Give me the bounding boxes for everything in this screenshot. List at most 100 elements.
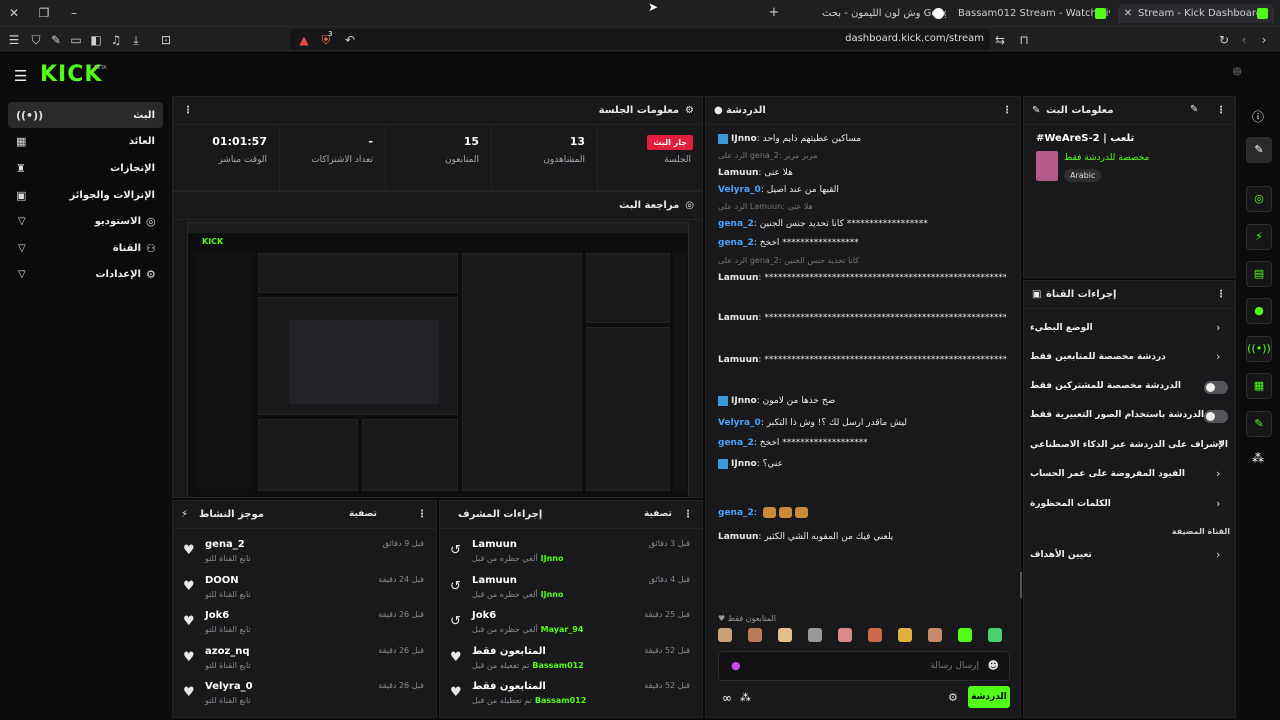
- chat-username[interactable]: gena_2: [718, 219, 754, 229]
- list-item[interactable]: ↺ Jok6 ألغي حظره من قبل Mayar_94 قبل 25 دقيق…: [446, 608, 694, 642]
- channel-action-row[interactable]: الكلمات المحظورة: [1030, 499, 1230, 517]
- chat-username[interactable]: Lamuun: [718, 168, 758, 178]
- list-item[interactable]: ♥ Jok6 تابع القناة للتو قبل 26 دقيقة: [179, 608, 428, 642]
- channel-action-row[interactable]: الدردشة مخصصة للمشتركين فقط: [1030, 381, 1230, 399]
- chat-message[interactable]: Lamuun: ********************************…: [718, 354, 1006, 366]
- chat-message[interactable]: gena_2: اخخخ *******************: [718, 437, 1006, 449]
- chat-message[interactable]: gena_2: كانا تحديد جنس الجنين **********…: [718, 218, 1006, 230]
- chat-message[interactable]: gena_2: اخخخ *****************: [718, 237, 1006, 249]
- moderator-name[interactable]: IJnno: [541, 590, 564, 599]
- nav-item-revenue[interactable]: ▦ العائد: [8, 128, 163, 154]
- forward-icon[interactable]: ›: [1256, 32, 1272, 48]
- microphone-icon[interactable]: ●: [731, 659, 741, 672]
- music-icon[interactable]: ♫: [108, 32, 124, 48]
- restore-window-icon[interactable]: ❐: [36, 5, 52, 21]
- nodes-icon[interactable]: ⁂: [740, 691, 751, 704]
- follower-name[interactable]: azoz_nq: [205, 646, 250, 657]
- back-icon[interactable]: ‹: [1236, 32, 1252, 48]
- chat-message[interactable]: IJnno: صح خذها من لامون: [718, 395, 1006, 407]
- nav-item-channel[interactable]: ▽ ⚇ القناة: [8, 235, 163, 261]
- kebab-menu-icon[interactable]: ⋮: [1216, 105, 1226, 116]
- chat-message[interactable]: Velyra_0: ليش ماقدر ارسل لك ؟! وش ذا الت…: [718, 417, 1006, 429]
- list-item[interactable]: ↺ Lamuun ألغي حظره من قبل IJnno قبل 4 دقائق: [446, 573, 694, 607]
- channel-action-row[interactable]: القيود المفروضة على عمر الحساب: [1030, 469, 1230, 487]
- wrench-icon[interactable]: ✎: [1246, 411, 1272, 437]
- chat-scrollbar[interactable]: [1020, 572, 1022, 598]
- shield-icon[interactable]: ⛉: [28, 32, 44, 48]
- emote-icon[interactable]: [928, 628, 942, 642]
- chevron-right-icon[interactable]: ›: [1216, 497, 1220, 510]
- hamburger-menu-icon[interactable]: ☰: [14, 67, 27, 85]
- mod-target[interactable]: المتابعون فقط: [472, 681, 546, 692]
- bookmark-icon[interactable]: ⊓: [1016, 32, 1032, 48]
- chat-username[interactable]: Lamuun: [718, 355, 758, 365]
- follower-name[interactable]: DOON: [205, 575, 239, 586]
- minimize-window-icon[interactable]: –: [66, 5, 82, 21]
- emote-icon[interactable]: [808, 628, 822, 642]
- category-link[interactable]: مخصصة للدردشة فقط: [1064, 153, 1149, 163]
- chat-message[interactable]: Lamuun: ********************************…: [718, 272, 1006, 284]
- sidebar-icon[interactable]: ◧: [88, 32, 104, 48]
- brave-rewards-icon[interactable]: ▲: [296, 32, 312, 48]
- emote-icon[interactable]: [718, 628, 732, 642]
- tune-icon[interactable]: ⇆: [992, 32, 1008, 48]
- filter-button[interactable]: تصفية: [349, 509, 377, 519]
- send-chat-button[interactable]: الدردشة: [968, 686, 1010, 708]
- chat-username[interactable]: Lamuun: [718, 313, 758, 323]
- kebab-menu-icon[interactable]: ⋮: [1002, 105, 1012, 116]
- channel-action-row[interactable]: الوضع البطيء: [1030, 323, 1230, 341]
- screenshot-icon[interactable]: ⊡: [158, 32, 174, 48]
- emote-icon[interactable]: [988, 628, 1002, 642]
- mod-target[interactable]: Lamuun: [472, 539, 517, 550]
- edit-pencil-icon[interactable]: ✎: [1190, 104, 1198, 115]
- emoji-icon[interactable]: ☻: [988, 659, 999, 672]
- chevron-right-icon[interactable]: ›: [1216, 548, 1220, 561]
- chat-message[interactable]: IJnno: عني؟: [718, 458, 1006, 470]
- close-window-icon[interactable]: ✕: [6, 5, 22, 21]
- layout-icon[interactable]: ▦: [1246, 373, 1272, 399]
- stream-video[interactable]: KICK: [187, 222, 689, 498]
- emote-icon[interactable]: [778, 628, 792, 642]
- chevron-right-icon[interactable]: ›: [1216, 467, 1220, 480]
- nodes-icon[interactable]: ⁂: [1252, 451, 1264, 465]
- broadcast-icon[interactable]: ((•)): [1246, 336, 1272, 362]
- share-icon[interactable]: ↶: [342, 32, 358, 48]
- chat-message[interactable]: Lamuun: هلا عنى: [718, 167, 1006, 179]
- emote-icon[interactable]: [898, 628, 912, 642]
- kebab-menu-icon[interactable]: ⋮: [1216, 289, 1226, 300]
- chat-username[interactable]: Velyra_0: [718, 185, 761, 195]
- kebab-menu-icon[interactable]: ⋮: [417, 509, 427, 520]
- moderator-name[interactable]: Bassam012: [532, 661, 583, 670]
- emote-icon[interactable]: [838, 628, 852, 642]
- info-icon[interactable]: ⓘ: [1252, 108, 1264, 125]
- target-icon[interactable]: ◎: [1246, 186, 1272, 212]
- tabs-icon[interactable]: ▭: [68, 32, 84, 48]
- list-item[interactable]: ♥ المتابعون فقط تم تفعيله من قبل Bassam012 ق…: [446, 644, 694, 678]
- chat-message[interactable]: IJnno: مساكين عطيتهم ذايم واحد: [718, 133, 1006, 145]
- emote-icon[interactable]: [868, 628, 882, 642]
- channel-action-row[interactable]: دردشة مخصصة للمتابعين فقط: [1030, 352, 1230, 370]
- mod-target[interactable]: Lamuun: [472, 575, 517, 586]
- puzzle-icon[interactable]: ✎: [48, 32, 64, 48]
- list-item[interactable]: ↺ Lamuun ألغي حظره من قبل IJnno قبل 3 دقائق: [446, 537, 694, 571]
- close-tab-icon[interactable]: ✕: [1120, 6, 1136, 22]
- mod-target[interactable]: Jok6: [472, 610, 496, 621]
- document-icon[interactable]: ▤: [1246, 261, 1272, 287]
- bolt-icon[interactable]: ⚡: [1246, 224, 1272, 250]
- external-link-icon[interactable]: ↗: [1216, 439, 1224, 449]
- chat-bubble-icon[interactable]: ●: [1246, 298, 1272, 324]
- chat-username[interactable]: IJnno: [731, 134, 757, 144]
- nav-item-settings[interactable]: ▽ ⚙ الإعدادات: [8, 261, 163, 287]
- chevron-right-icon[interactable]: ›: [1216, 321, 1220, 334]
- emote-icon[interactable]: [748, 628, 762, 642]
- download-icon[interactable]: ⤓: [128, 32, 144, 48]
- nav-item-achievements[interactable]: ♜ الإنجازات: [8, 155, 163, 181]
- channel-action-row[interactable]: تعيين الأهداف: [1030, 550, 1230, 568]
- chat-message[interactable]: Velyra_0: القيها من عند اصيل: [718, 184, 1006, 196]
- reload-icon[interactable]: ↻: [1216, 32, 1232, 48]
- mod-target[interactable]: المتابعون فقط: [472, 646, 546, 657]
- list-item[interactable]: ♥ المتابعون فقط تم تعطيله من قبل Bassam012 ق…: [446, 679, 694, 713]
- toggle-switch[interactable]: [1204, 410, 1228, 423]
- chat-username[interactable]: IJnno: [731, 396, 757, 406]
- edit-layout-icon[interactable]: ✎: [1246, 137, 1272, 163]
